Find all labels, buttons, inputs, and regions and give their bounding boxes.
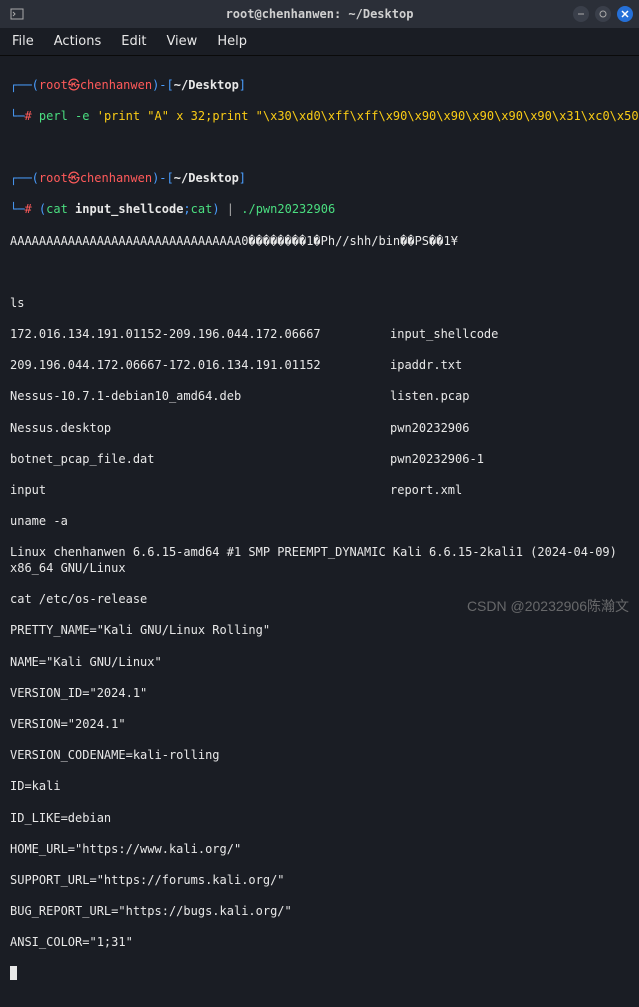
menu-edit[interactable]: Edit: [121, 34, 146, 49]
os-release-line: VERSION_ID="2024.1": [10, 686, 629, 702]
os-release-line: HOME_URL="https://www.kali.org/": [10, 842, 629, 858]
prompt-line-1: ┌──(root㉿chenhanwen)-[~/Desktop]: [10, 78, 629, 94]
ls-row: botnet_pcap_file.datpwn20232906-1: [10, 452, 629, 468]
ls-row: 172.016.134.191.01152-209.196.044.172.06…: [10, 327, 629, 343]
window-title: root@chenhanwen: ~/Desktop: [226, 7, 414, 21]
close-button[interactable]: [617, 6, 633, 22]
os-release-line: BUG_REPORT_URL="https://bugs.kali.org/": [10, 904, 629, 920]
prompt-line-2: ┌──(root㉿chenhanwen)-[~/Desktop]: [10, 171, 629, 187]
os-release-line: NAME="Kali GNU/Linux": [10, 655, 629, 671]
os-release-line: VERSION="2024.1": [10, 717, 629, 733]
ls-row: Nessus.desktoppwn20232906: [10, 421, 629, 437]
cursor-line: [10, 966, 629, 985]
ls-command: ls: [10, 296, 629, 312]
ls-row: 209.196.044.172.06667-172.016.134.191.01…: [10, 358, 629, 374]
cursor-icon: [10, 966, 17, 980]
ls-row: inputreport.xml: [10, 483, 629, 499]
titlebar: root@chenhanwen: ~/Desktop: [0, 0, 639, 28]
ls-row: Nessus-10.7.1-debian10_amd64.deblisten.p…: [10, 389, 629, 405]
os-release-line: ID=kali: [10, 779, 629, 795]
menu-help[interactable]: Help: [217, 34, 247, 49]
uname-command: uname -a: [10, 514, 629, 530]
os-release-line: PRETTY_NAME="Kali GNU/Linux Rolling": [10, 623, 629, 639]
os-release-line: ANSI_COLOR="1;31": [10, 935, 629, 951]
os-release-line: ID_LIKE=debian: [10, 811, 629, 827]
maximize-button[interactable]: [595, 6, 611, 22]
command-2: └─# (cat input_shellcode;cat) | ./pwn202…: [10, 202, 629, 218]
minimize-button[interactable]: [573, 6, 589, 22]
window-controls: [573, 6, 633, 22]
output-hex: AAAAAAAAAAAAAAAAAAAAAAAAAAAAAAAA0�������…: [10, 234, 629, 250]
menu-view[interactable]: View: [166, 34, 197, 49]
os-release-line: VERSION_CODENAME=kali-rolling: [10, 748, 629, 764]
menu-actions[interactable]: Actions: [54, 34, 102, 49]
watermark: CSDN @20232906陈瀚文: [467, 596, 629, 616]
uname-output: Linux chenhanwen 6.6.15-amd64 #1 SMP PRE…: [10, 545, 629, 576]
os-release-line: SUPPORT_URL="https://forums.kali.org/": [10, 873, 629, 889]
terminal-output[interactable]: ┌──(root㉿chenhanwen)-[~/Desktop] └─# per…: [0, 56, 639, 1007]
menu-file[interactable]: File: [12, 34, 34, 49]
terminal-icon: [10, 7, 24, 21]
menubar: File Actions Edit View Help: [0, 28, 639, 56]
command-1: └─# perl -e 'print "A" x 32;print "\x30\…: [10, 109, 629, 125]
